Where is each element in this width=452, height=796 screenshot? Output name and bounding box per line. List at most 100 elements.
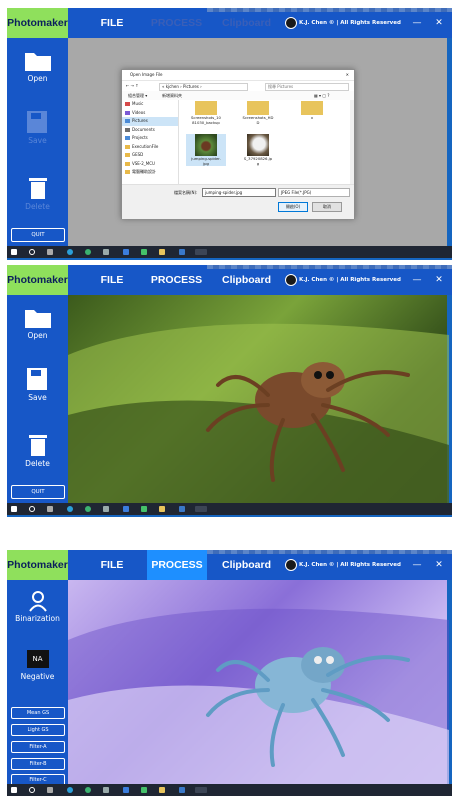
filetype-select[interactable]: JPEG File(*.JPG) bbox=[278, 188, 350, 197]
minimize-button[interactable]: — bbox=[410, 265, 424, 295]
search-icon[interactable] bbox=[29, 787, 35, 793]
folder-icon[interactable] bbox=[159, 787, 165, 793]
photomaker-taskbar-icon[interactable] bbox=[195, 249, 207, 255]
screenshot-open-dialog: Photomaker FILE PROCESS Clipboard K.J. C… bbox=[7, 8, 452, 260]
taskview-icon[interactable] bbox=[47, 787, 53, 793]
path-field[interactable]: « kjchen › Pictures › bbox=[159, 83, 248, 91]
quit-button[interactable]: QUIT bbox=[11, 228, 65, 242]
delete-button[interactable]: Delete bbox=[7, 176, 68, 211]
app-icon[interactable] bbox=[123, 787, 129, 793]
nav-item[interactable]: Videos bbox=[122, 109, 178, 118]
view-options-icon[interactable]: ▦ ▾ ▢ ? bbox=[314, 91, 330, 100]
nav-item[interactable]: GESD bbox=[122, 151, 178, 160]
filter-a-button[interactable]: Filter-A bbox=[11, 741, 65, 753]
save-button[interactable]: Save bbox=[7, 367, 68, 402]
nav-item[interactable]: Projects bbox=[122, 134, 178, 143]
app-icon[interactable] bbox=[141, 249, 147, 255]
close-button[interactable]: ✕ bbox=[432, 550, 446, 580]
app-icon[interactable] bbox=[123, 506, 129, 512]
nav-arrows-icon[interactable]: ← → ↑ bbox=[126, 81, 139, 91]
folder-icon[interactable] bbox=[159, 249, 165, 255]
search-icon[interactable] bbox=[29, 506, 35, 512]
file-item[interactable]: Screenshots_10 81030_backup bbox=[186, 101, 226, 125]
nav-item[interactable]: Documents bbox=[122, 126, 178, 135]
file-item[interactable]: Screenshots_HD D bbox=[238, 101, 278, 125]
mean-gs-button[interactable]: Mean GS bbox=[11, 707, 65, 719]
nav-item[interactable]: Music bbox=[122, 100, 178, 109]
open-label: Open bbox=[27, 331, 48, 340]
binarization-label: Binarization bbox=[15, 614, 60, 623]
start-icon[interactable] bbox=[11, 506, 17, 512]
app-icon[interactable] bbox=[123, 249, 129, 255]
edge-icon[interactable] bbox=[67, 787, 73, 793]
nav-item[interactable]: ExecutionFile bbox=[122, 143, 178, 152]
minimize-button[interactable]: — bbox=[410, 8, 424, 38]
chrome-icon[interactable] bbox=[85, 506, 91, 512]
menu-clipboard[interactable]: Clipboard bbox=[219, 8, 274, 38]
start-icon[interactable] bbox=[11, 787, 17, 793]
filter-b-button[interactable]: Filter-B bbox=[11, 758, 65, 770]
app-icon[interactable] bbox=[179, 787, 185, 793]
menu-file[interactable]: FILE bbox=[92, 550, 132, 580]
app-icon[interactable] bbox=[103, 787, 109, 793]
process-sidebar: Binarization NA Negative Mean GS Light G… bbox=[7, 580, 68, 786]
organize-button[interactable]: 組合管理 ▾ bbox=[128, 91, 147, 100]
dialog-title-bar: Open Image File ✕ bbox=[122, 70, 354, 81]
menu-process[interactable]: PROCESS bbox=[149, 8, 204, 38]
file-item-selected[interactable]: jumping-spider. jpg bbox=[186, 134, 226, 166]
nav-item[interactable]: VSE-2_MCU bbox=[122, 160, 178, 169]
edge-icon[interactable] bbox=[67, 249, 73, 255]
negative-button[interactable]: NA Negative bbox=[7, 650, 68, 681]
nav-item[interactable]: 電腦輔助設計 bbox=[122, 168, 178, 177]
photomaker-taskbar-icon[interactable] bbox=[195, 787, 207, 793]
title-bar: Photomaker FILE PROCESS Clipboard K.J. C… bbox=[7, 265, 452, 295]
menu-process[interactable]: PROCESS bbox=[147, 550, 207, 580]
open-button[interactable]: Open bbox=[7, 50, 68, 83]
start-icon[interactable] bbox=[11, 249, 17, 255]
delete-label: Delete bbox=[25, 459, 50, 468]
dialog-cancel-button[interactable]: 取消 bbox=[312, 202, 342, 212]
save-button[interactable]: Save bbox=[7, 110, 68, 145]
app-icon[interactable] bbox=[141, 506, 147, 512]
windows-taskbar bbox=[7, 503, 452, 515]
delete-button[interactable]: Delete bbox=[7, 433, 68, 468]
app-icon[interactable] bbox=[141, 787, 147, 793]
scrollbar[interactable] bbox=[350, 100, 354, 184]
search-input[interactable]: 搜尋 Pictures bbox=[265, 83, 349, 91]
app-icon[interactable] bbox=[179, 506, 185, 512]
open-button[interactable]: Open bbox=[7, 307, 68, 340]
app-icon[interactable] bbox=[179, 249, 185, 255]
quit-button[interactable]: QUIT bbox=[11, 485, 65, 499]
dialog-close-icon[interactable]: ✕ bbox=[346, 70, 349, 80]
close-button[interactable]: ✕ bbox=[432, 265, 446, 295]
chrome-icon[interactable] bbox=[85, 787, 91, 793]
menu-clipboard[interactable]: Clipboard bbox=[219, 550, 274, 580]
windows-taskbar bbox=[7, 784, 452, 796]
new-folder-button[interactable]: 新增資料夾 bbox=[162, 91, 182, 100]
file-item[interactable]: S_37920826.jp g bbox=[238, 134, 278, 166]
minimize-button[interactable]: — bbox=[410, 550, 424, 580]
copyright-text: K.J. Chen © | All Rights Reserved bbox=[299, 20, 401, 26]
folder-icon[interactable] bbox=[159, 506, 165, 512]
search-icon[interactable] bbox=[29, 249, 35, 255]
chrome-icon[interactable] bbox=[85, 249, 91, 255]
menu-clipboard[interactable]: Clipboard bbox=[219, 265, 274, 295]
dialog-open-button[interactable]: 開啟(O) bbox=[278, 202, 308, 212]
app-icon[interactable] bbox=[103, 506, 109, 512]
light-gs-button[interactable]: Light GS bbox=[11, 724, 65, 736]
menu-process[interactable]: PROCESS bbox=[149, 265, 204, 295]
binarization-button[interactable]: Binarization bbox=[7, 590, 68, 623]
menu-file[interactable]: FILE bbox=[92, 265, 132, 295]
menu-file[interactable]: FILE bbox=[92, 8, 132, 38]
app-icon[interactable] bbox=[103, 249, 109, 255]
taskview-icon[interactable] bbox=[47, 506, 53, 512]
edge-icon[interactable] bbox=[67, 506, 73, 512]
filename-input[interactable]: jumping-spider.jpg bbox=[202, 188, 276, 197]
nav-item[interactable]: Pictures bbox=[122, 117, 178, 126]
photomaker-taskbar-icon[interactable] bbox=[195, 506, 207, 512]
file-item[interactable]: x bbox=[292, 101, 332, 121]
title-bar: Photomaker FILE PROCESS Clipboard K.J. C… bbox=[7, 8, 452, 38]
close-button[interactable]: ✕ bbox=[432, 8, 446, 38]
taskview-icon[interactable] bbox=[47, 249, 53, 255]
dialog-toolbar: 組合管理 ▾ 新增資料夾 ▦ ▾ ▢ ? bbox=[122, 91, 354, 100]
